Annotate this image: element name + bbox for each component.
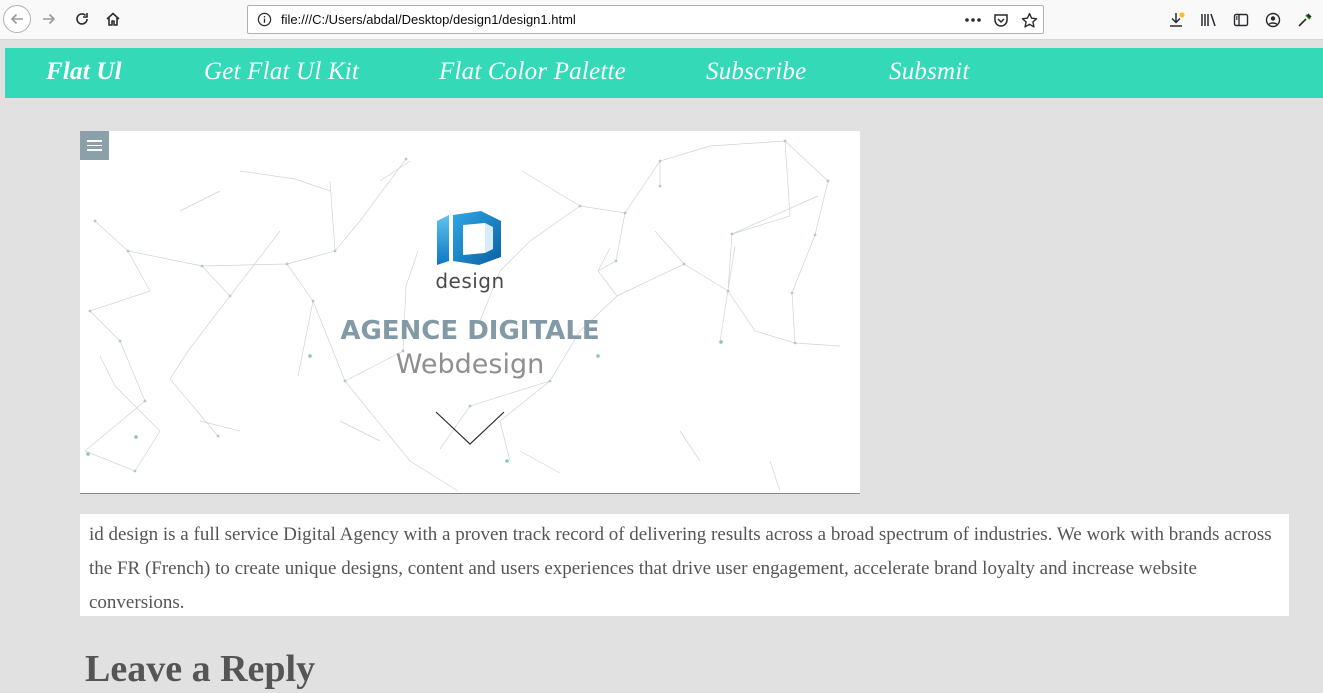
- reload-button[interactable]: [68, 5, 96, 33]
- downloads-icon[interactable]: [1167, 10, 1187, 30]
- bookmark-star-icon[interactable]: [1019, 10, 1039, 30]
- more-icon[interactable]: [963, 10, 983, 30]
- url-bar[interactable]: file:///C:/Users/abdal/Desktop/design1/d…: [247, 5, 1044, 34]
- agency-description: id design is a full service Digital Agen…: [80, 514, 1289, 616]
- logo-wordmark: design: [435, 269, 505, 293]
- hero-subtitle: Webdesign: [395, 349, 545, 380]
- hamburger-menu-icon[interactable]: [80, 131, 109, 160]
- library-icon[interactable]: [1199, 10, 1219, 30]
- nav-item-subsmit[interactable]: Subsmit: [889, 58, 970, 86]
- forward-icon: [43, 13, 56, 25]
- home-icon: [106, 12, 120, 26]
- nav-item-subscribe[interactable]: Subscribe: [706, 58, 806, 86]
- leave-reply-heading: Leave a Reply: [85, 648, 316, 690]
- browser-toolbar: file:///C:/Users/abdal/Desktop/design1/d…: [0, 0, 1323, 40]
- nav-brand[interactable]: Flat Ul: [46, 58, 122, 86]
- back-button[interactable]: [3, 5, 31, 33]
- reload-icon: [76, 13, 88, 25]
- info-icon[interactable]: [257, 12, 272, 27]
- eyedropper-icon[interactable]: [1295, 10, 1315, 30]
- sidebar-icon[interactable]: [1231, 10, 1251, 30]
- account-icon[interactable]: [1263, 10, 1283, 30]
- pocket-icon[interactable]: [991, 10, 1011, 30]
- site-navbar: Flat Ul Get Flat Ul Kit Flat Color Palet…: [5, 48, 1323, 98]
- back-icon: [10, 13, 23, 25]
- id-design-logo-icon: [437, 211, 501, 265]
- url-text[interactable]: file:///C:/Users/abdal/Desktop/design1/d…: [281, 12, 576, 27]
- forward-button[interactable]: [35, 5, 63, 33]
- nav-item-flat-color-palette[interactable]: Flat Color Palette: [439, 58, 626, 86]
- chevron-down-icon[interactable]: [434, 410, 506, 448]
- hero-title: AGENCE DIGITALE: [340, 316, 600, 346]
- hero-banner: design AGENCE DIGITALE Webdesign: [80, 131, 860, 494]
- nav-item-get-flat-ui-kit[interactable]: Get Flat Ul Kit: [204, 58, 359, 86]
- home-button[interactable]: [99, 5, 127, 33]
- description-text: id design is a full service Digital Agen…: [89, 524, 1272, 613]
